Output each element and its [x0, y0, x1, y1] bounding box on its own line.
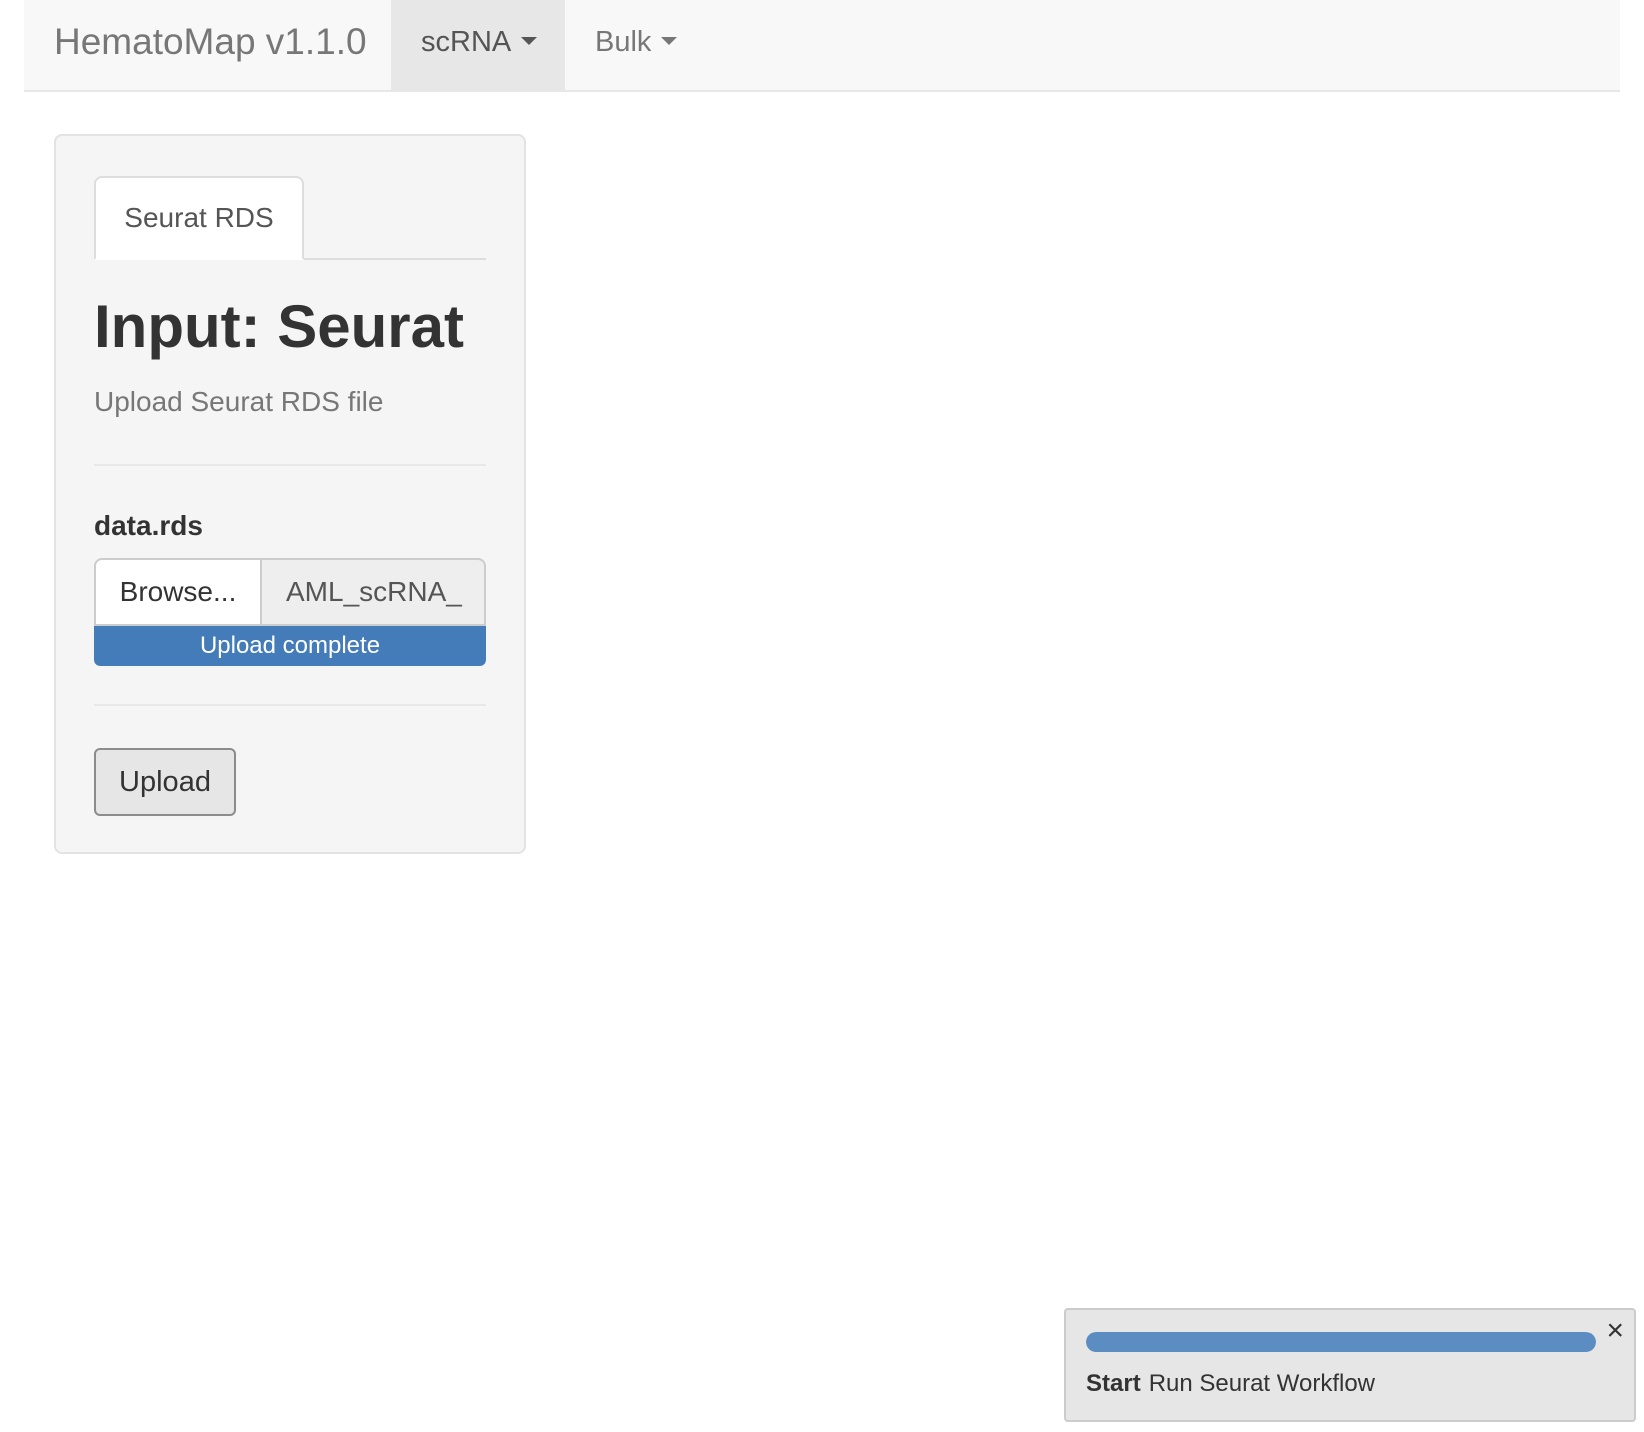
- notification-progress-bar: [1086, 1332, 1596, 1352]
- divider: [94, 464, 486, 466]
- upload-progress-bar: Upload complete: [94, 626, 486, 666]
- upload-button[interactable]: Upload: [94, 748, 236, 816]
- nav-menu-bulk-label: Bulk: [595, 26, 652, 58]
- caret-down-icon: [521, 37, 538, 46]
- navbar: HematoMap v1.1.0 scRNA Bulk: [24, 0, 1620, 92]
- file-input-group: Browse... AML_scRNA_: [94, 558, 486, 626]
- tab-list: Seurat RDS: [94, 176, 486, 260]
- nav-menu-scrna-label: scRNA: [421, 26, 512, 58]
- close-icon[interactable]: ×: [1606, 1316, 1624, 1346]
- notification-strong-text: Start: [1086, 1370, 1141, 1397]
- notification-toast: Start Run Seurat Workflow ×: [1064, 1308, 1636, 1422]
- app-brand[interactable]: HematoMap v1.1.0: [54, 0, 367, 90]
- panel-title: Input: Seurat: [94, 293, 464, 360]
- nav-menu-bulk[interactable]: Bulk: [565, 0, 705, 90]
- divider: [94, 704, 486, 706]
- file-name-field[interactable]: AML_scRNA_: [260, 558, 486, 626]
- upload-progress-text: Upload complete: [199, 632, 381, 659]
- panel-subtitle: Upload Seurat RDS file: [94, 386, 384, 417]
- input-panel: Seurat RDS Input: Seurat Upload Seurat R…: [54, 134, 526, 854]
- tab-seurat-rds[interactable]: Seurat RDS: [94, 176, 304, 260]
- notification-progress-fill: [1086, 1332, 1596, 1352]
- browse-button[interactable]: Browse...: [94, 558, 262, 626]
- caret-down-icon: [661, 37, 678, 46]
- file-input-label: data.rds: [94, 510, 203, 541]
- notification-message: Run Seurat Workflow: [1148, 1370, 1375, 1397]
- notification-text: Start Run Seurat Workflow: [1086, 1370, 1375, 1398]
- nav-menu-scrna[interactable]: scRNA: [391, 0, 565, 90]
